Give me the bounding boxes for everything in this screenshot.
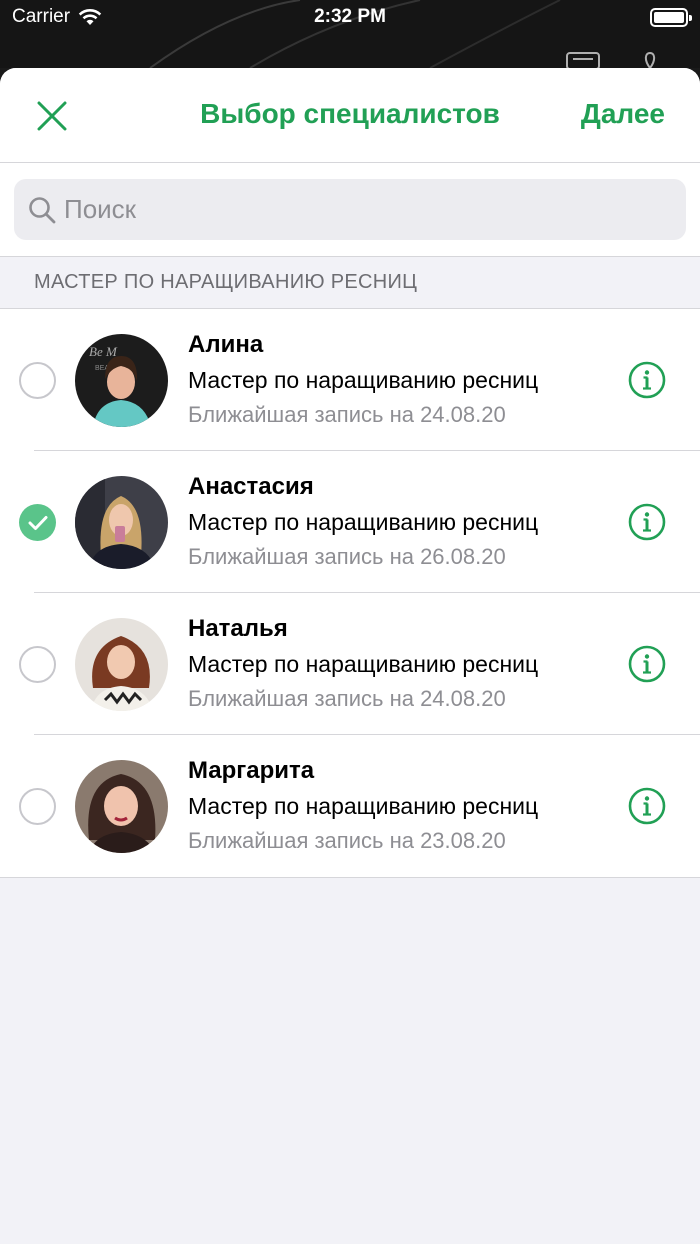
specialist-role: Мастер по наращиванию ресниц: [188, 367, 539, 393]
next-button[interactable]: Далее: [581, 98, 665, 130]
select-radio[interactable]: [19, 504, 56, 541]
background-toolbar: [566, 52, 660, 68]
avatar: [75, 618, 168, 711]
info-icon[interactable]: [628, 361, 666, 399]
specialist-row[interactable]: Наталья Мастер по наращиванию ресниц Бли…: [0, 593, 700, 735]
nav-bar: Выбор специалистов Далее: [0, 68, 700, 163]
specialist-row[interactable]: Анастасия Мастер по наращиванию ресниц Б…: [0, 451, 700, 593]
next-appointment: Ближайшая запись на 24.08.20: [188, 686, 506, 711]
avatar: [75, 760, 168, 853]
specialist-row[interactable]: Маргарита Мастер по наращиванию ресниц Б…: [0, 735, 700, 877]
status-time: 2:32 PM: [314, 6, 386, 27]
specialist-name: Анастасия: [188, 473, 314, 500]
select-radio[interactable]: [19, 646, 56, 683]
avatar: Be M BEAUTY: [75, 334, 168, 427]
list-icon: [566, 52, 600, 68]
specialist-role: Мастер по наращиванию ресниц: [188, 509, 539, 535]
next-appointment: Ближайшая запись на 24.08.20: [188, 402, 506, 427]
next-appointment: Ближайшая запись на 26.08.20: [188, 544, 506, 569]
avatar: [75, 476, 168, 569]
status-bar: Carrier 2:32 PM: [0, 0, 700, 68]
select-radio[interactable]: [19, 362, 56, 399]
specialists-sheet: Выбор специалистов Далее МАСТЕР ПО НАРАЩ…: [0, 68, 700, 1244]
info-icon[interactable]: [628, 645, 666, 683]
location-icon: [644, 52, 656, 68]
search-bar: [0, 163, 700, 256]
specialist-name: Алина: [188, 331, 264, 358]
next-appointment: Ближайшая запись на 23.08.20: [188, 828, 506, 853]
specialist-role: Мастер по наращиванию ресниц: [188, 793, 539, 819]
battery-icon: [650, 8, 692, 27]
select-radio[interactable]: [19, 788, 56, 825]
search-input[interactable]: [64, 194, 624, 225]
search-field[interactable]: [14, 179, 686, 240]
search-icon: [29, 196, 56, 223]
specialists-list: Be M BEAUTY Алина Мастер по наращиванию …: [0, 309, 700, 878]
info-icon[interactable]: [628, 787, 666, 825]
specialist-name: Наталья: [188, 615, 288, 642]
specialist-role: Мастер по наращиванию ресниц: [188, 651, 539, 677]
svg-text:Be M: Be M: [89, 344, 118, 359]
section-header: МАСТЕР ПО НАРАЩИВАНИЮ РЕСНИЦ: [0, 256, 700, 309]
specialist-row[interactable]: Be M BEAUTY Алина Мастер по наращиванию …: [0, 309, 700, 451]
info-icon[interactable]: [628, 503, 666, 541]
specialist-name: Маргарита: [188, 757, 315, 784]
checkmark-icon: [28, 515, 47, 530]
